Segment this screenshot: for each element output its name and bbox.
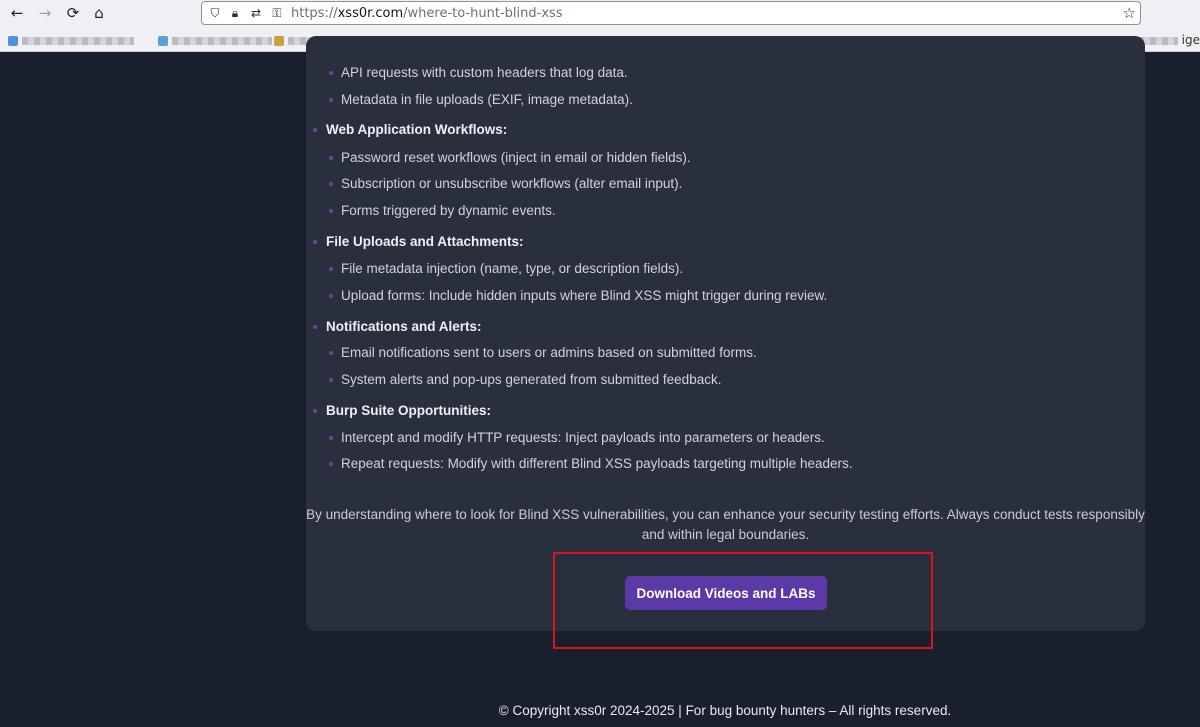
list-bullet [313, 409, 317, 413]
list-bullet [329, 294, 333, 298]
list-item: Password reset workflows (inject in emai… [341, 150, 691, 165]
home-icon[interactable]: ⌂ [88, 3, 110, 23]
list-item: Metadata in file uploads (EXIF, image me… [341, 92, 633, 107]
list-item: Email notifications sent to users or adm… [341, 345, 757, 360]
closing-paragraph: By understanding where to look for Blind… [306, 505, 1145, 545]
permissions-icon[interactable]: ⇄ [248, 5, 264, 21]
list-item: Repeat requests: Modify with different B… [341, 456, 853, 471]
lock-icon[interactable]: 🔒︎ [227, 5, 243, 21]
list-bullet [329, 267, 333, 271]
footer-copyright: © Copyright xss0r 2024-2025 | For bug bo… [498, 703, 952, 718]
list-item: File metadata injection (name, type, or … [341, 261, 684, 276]
category-heading: Burp Suite Opportunities: [326, 403, 491, 418]
list-bullet [329, 182, 333, 186]
list-item: Subscription or unsubscribe workflows (a… [341, 176, 683, 191]
category-heading: File Uploads and Attachments: [326, 234, 524, 249]
list-item: Intercept and modify HTTP requests: Inje… [341, 430, 825, 445]
list-bullet [329, 71, 333, 75]
red-highlight-box [553, 552, 933, 649]
closing-paragraph-line: and within legal boundaries. [641, 527, 810, 542]
list-bullet [313, 325, 317, 329]
category-heading: Notifications and Alerts: [326, 319, 482, 334]
category-heading: Web Application Workflows: [326, 122, 508, 137]
address-bar[interactable]: ⛉ 🔒︎ ⇄ ⚿ https://xss0r.com/where-to-hunt… [201, 1, 1141, 25]
list-bullet [329, 436, 333, 440]
list-bullet [329, 156, 333, 160]
key-icon[interactable]: ⚿ [269, 5, 285, 21]
bookmark-item[interactable] [8, 35, 134, 46]
reload-icon[interactable]: ⟳ [62, 3, 84, 23]
list-item: Upload forms: Include hidden inputs wher… [341, 288, 828, 303]
list-item: System alerts and pop-ups generated from… [341, 372, 722, 387]
list-item: API requests with custom headers that lo… [341, 65, 628, 80]
list-bullet [313, 240, 317, 244]
url-text[interactable]: https://xss0r.com/where-to-hunt-blind-xs… [291, 6, 563, 21]
bookmark-overflow-text: ige [1181, 33, 1200, 47]
bookmark-star-icon[interactable]: ☆ [1123, 4, 1136, 22]
shield-icon[interactable]: ⛉ [207, 5, 223, 21]
list-bullet [329, 351, 333, 355]
forward-arrow-icon[interactable]: → [34, 3, 56, 23]
bookmark-item[interactable] [158, 35, 272, 46]
list-bullet [313, 128, 317, 132]
list-bullet [329, 378, 333, 382]
list-bullet [329, 462, 333, 466]
closing-paragraph-line: By understanding where to look for Blind… [306, 507, 1145, 522]
list-item: Forms triggered by dynamic events. [341, 203, 556, 218]
back-arrow-icon[interactable]: ← [6, 3, 28, 23]
list-bullet [329, 209, 333, 213]
list-bullet [329, 98, 333, 102]
